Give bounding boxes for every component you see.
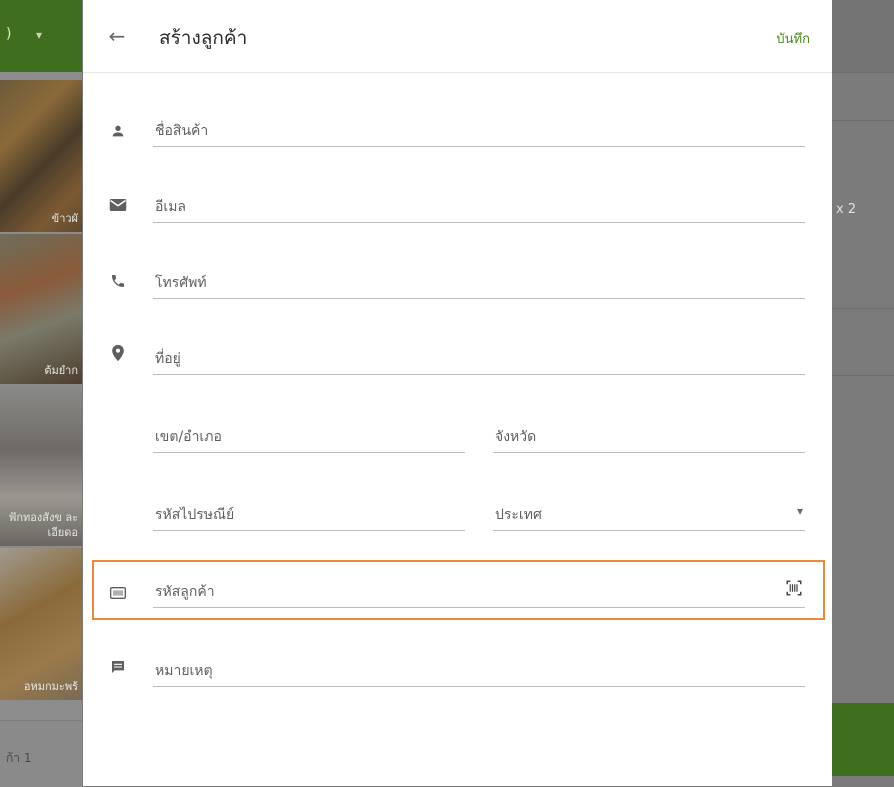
background-menu-panel: ) ▾ ข้าวผั ต้มยำก ฟักทองสังข ละเอียดอ อห… bbox=[0, 0, 82, 787]
phone-placeholder: โทรศัพท์ bbox=[155, 275, 207, 291]
district-placeholder: เขต/อำเภอ bbox=[155, 429, 222, 445]
dropdown-arrow-icon: ▾ bbox=[796, 504, 803, 518]
divider bbox=[832, 375, 894, 376]
food-card: ต้มยำก bbox=[0, 234, 82, 384]
phone-field[interactable]: โทรศัพท์ bbox=[153, 268, 805, 299]
email-placeholder: อีเมล bbox=[155, 199, 187, 215]
email-icon bbox=[107, 194, 129, 216]
card-icon bbox=[107, 582, 129, 604]
location-pin-icon bbox=[107, 342, 129, 364]
create-customer-dialog: ← สร้างลูกค้า บันทึก ชื่อสินค้า อีเมล โท… bbox=[83, 0, 832, 786]
name-field[interactable]: ชื่อสินค้า bbox=[153, 116, 805, 147]
background-header-fragment: ) bbox=[6, 26, 12, 42]
background-page-indicator: ก้า 1 bbox=[0, 720, 82, 787]
comment-icon bbox=[107, 656, 129, 678]
divider bbox=[832, 308, 894, 309]
customer-code-field[interactable]: รหัสลูกค้า bbox=[153, 577, 805, 608]
food-label: อหมกมะพร้ bbox=[23, 680, 78, 693]
background-order-panel: x 2 bbox=[832, 0, 894, 786]
note-placeholder: หมายเหตุ bbox=[155, 663, 213, 679]
person-icon bbox=[107, 120, 129, 142]
postcode-field[interactable]: รหัสไปรษณีย์ bbox=[153, 500, 465, 531]
back-arrow-icon[interactable]: ← bbox=[103, 22, 131, 50]
district-field[interactable]: เขต/อำเภอ bbox=[153, 422, 465, 453]
address-placeholder: ที่อยู่ bbox=[155, 351, 181, 367]
food-label: ข้าวผั bbox=[51, 212, 78, 225]
phone-icon bbox=[107, 270, 129, 292]
country-select[interactable]: ประเทศ ▾ bbox=[493, 500, 805, 531]
food-card: อหมกมะพร้ bbox=[0, 548, 82, 700]
divider bbox=[832, 120, 894, 121]
note-field[interactable]: หมายเหตุ bbox=[153, 656, 805, 687]
customer-code-placeholder: รหัสลูกค้า bbox=[155, 584, 215, 600]
background-header: ) ▾ bbox=[0, 0, 82, 72]
barcode-scan-icon[interactable] bbox=[785, 579, 803, 600]
address-field[interactable]: ที่อยู่ bbox=[153, 344, 805, 375]
postcode-placeholder: รหัสไปรษณีย์ bbox=[155, 507, 235, 523]
province-placeholder: จังหวัด bbox=[495, 429, 537, 445]
page-indicator-label: ก้า 1 bbox=[6, 751, 32, 765]
name-placeholder: ชื่อสินค้า bbox=[155, 123, 209, 139]
food-card: ข้าวผั bbox=[0, 80, 82, 232]
country-placeholder: ประเทศ bbox=[495, 507, 542, 523]
order-quantity: x 2 bbox=[836, 202, 857, 217]
background-order-header bbox=[832, 0, 894, 73]
dialog-title: สร้างลูกค้า bbox=[159, 27, 248, 49]
food-card: ฟักทองสังข ละเอียดอ bbox=[0, 386, 82, 546]
dropdown-caret-icon: ▾ bbox=[36, 28, 43, 42]
food-label: ต้มยำก bbox=[44, 364, 78, 377]
email-field[interactable]: อีเมล bbox=[153, 192, 805, 223]
food-label: ฟักทองสังข ละเอียดอ bbox=[8, 511, 78, 539]
dialog-toolbar: ← สร้างลูกค้า บันทึก bbox=[83, 0, 832, 73]
background-checkout-bar bbox=[832, 703, 894, 776]
province-field[interactable]: จังหวัด bbox=[493, 422, 805, 453]
save-button[interactable]: บันทึก bbox=[776, 28, 810, 49]
